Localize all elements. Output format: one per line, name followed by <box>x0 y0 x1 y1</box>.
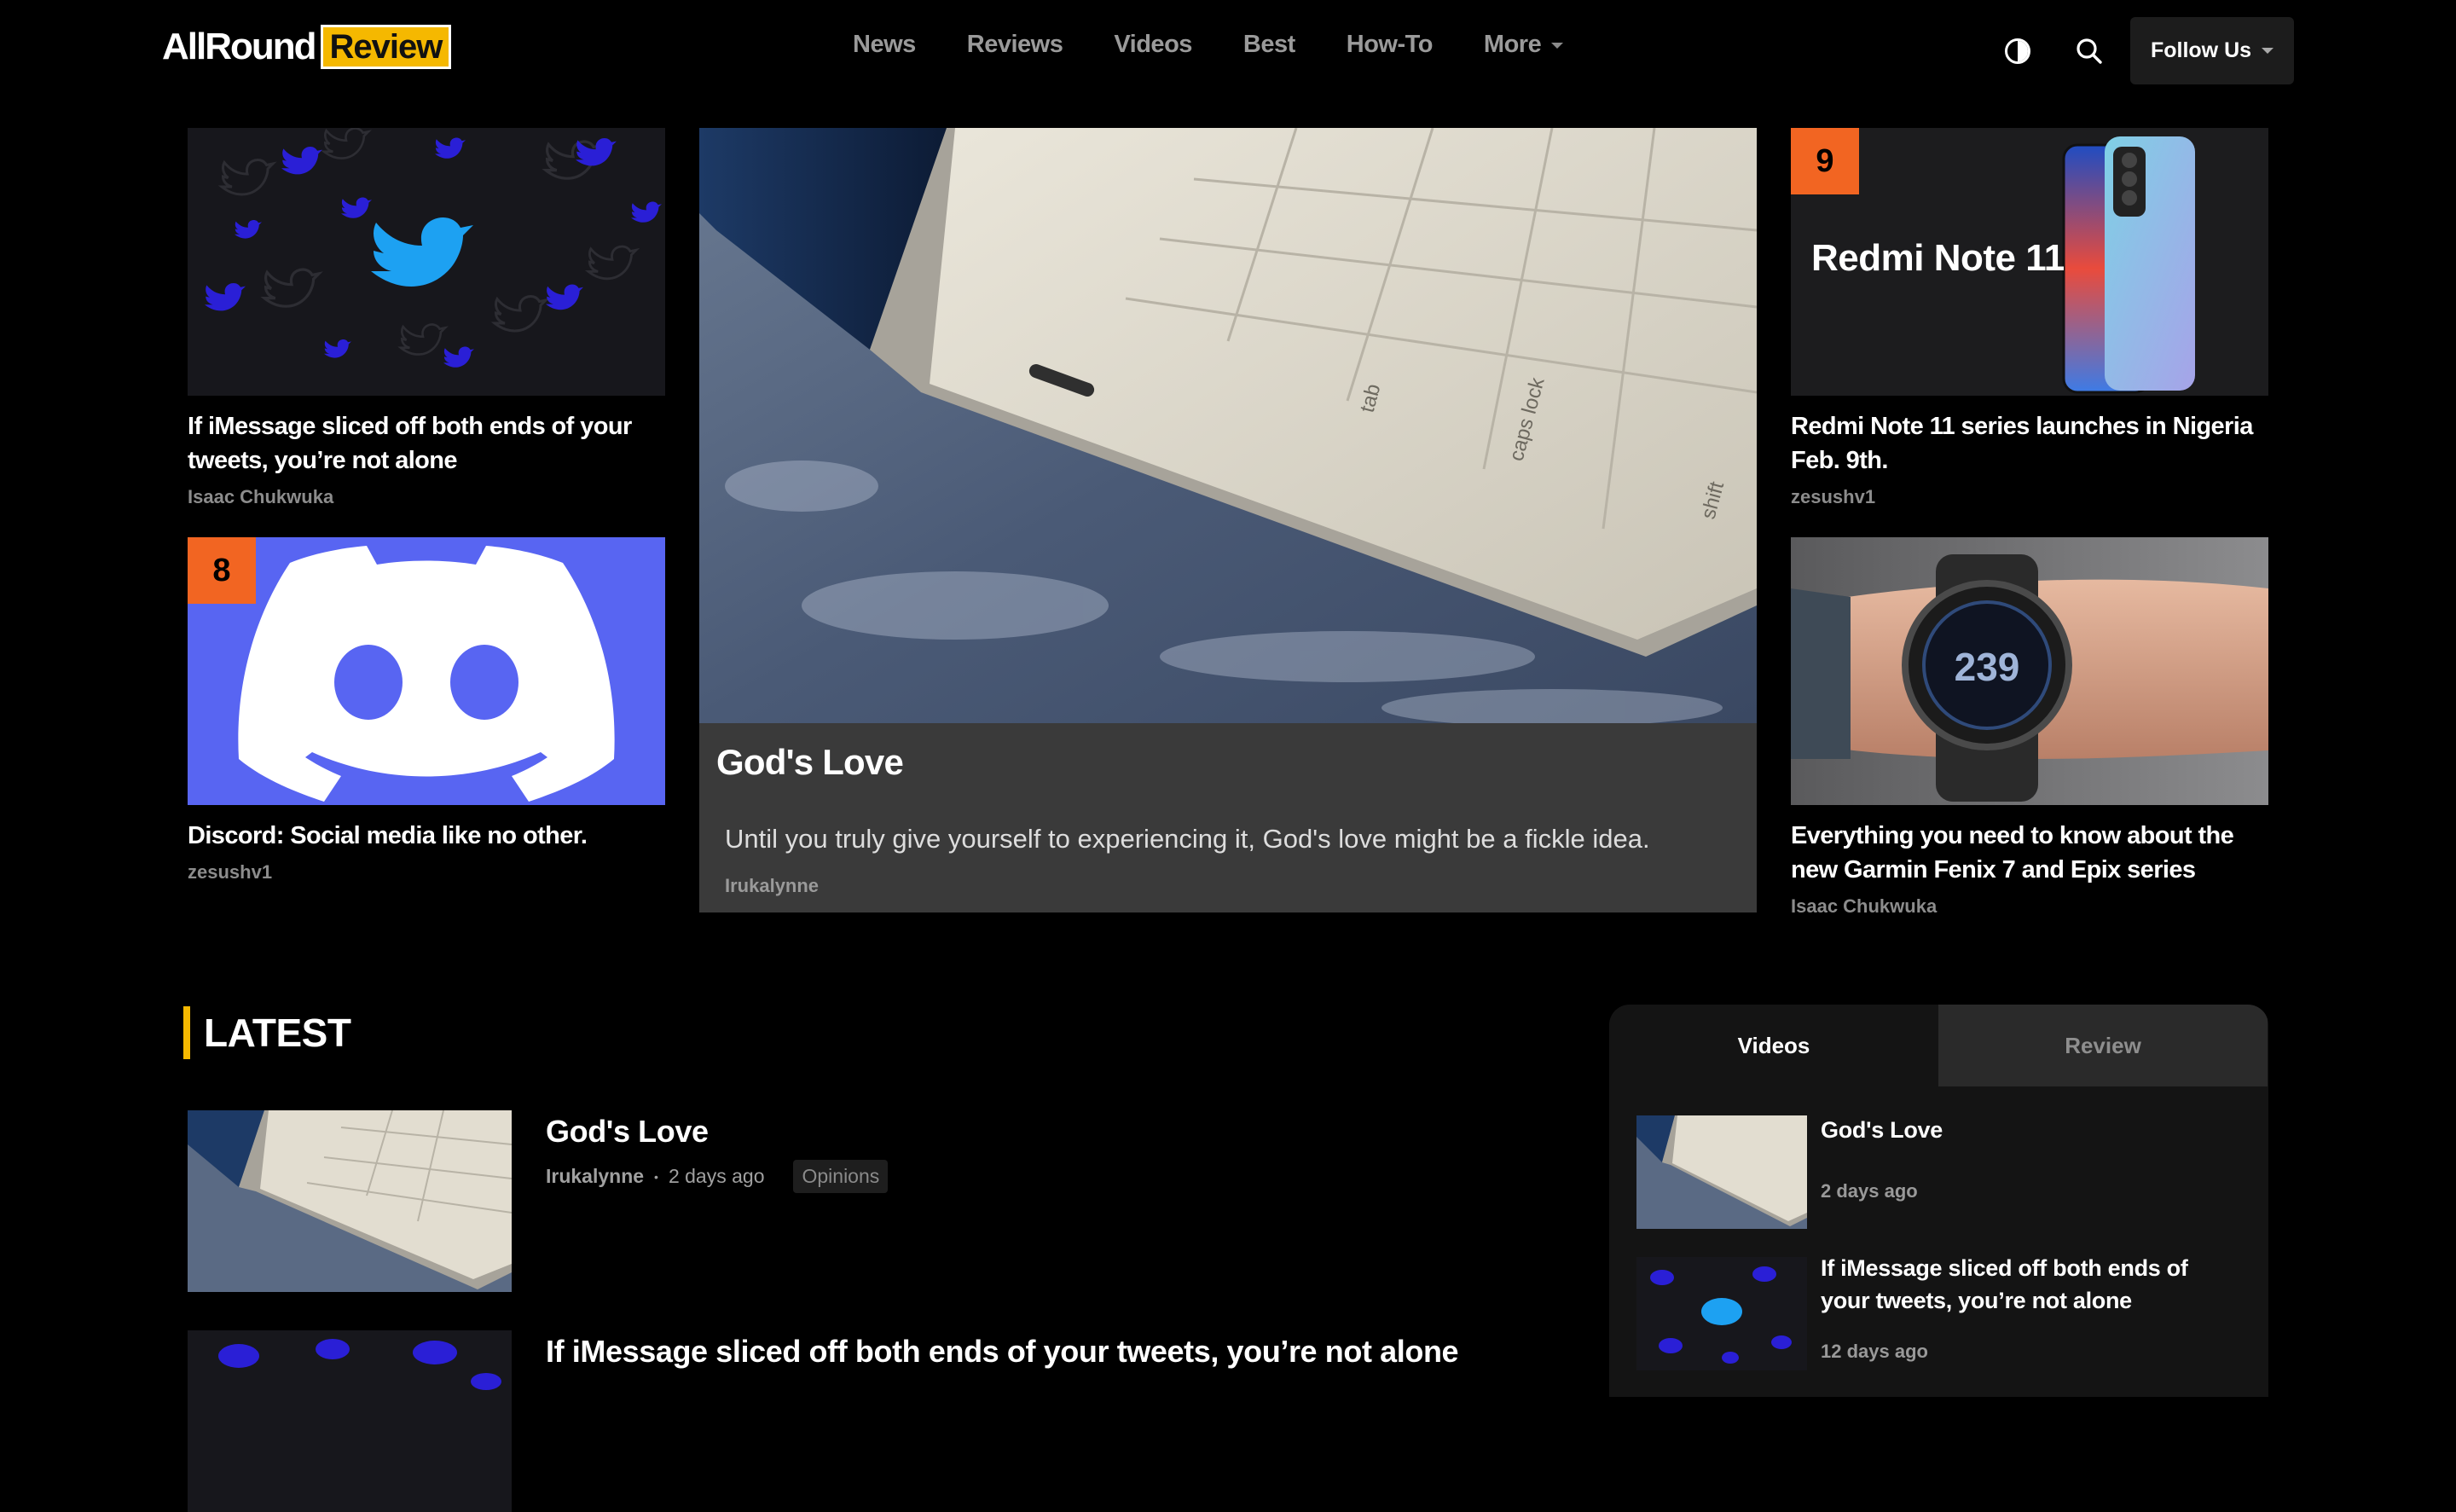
card-author[interactable]: zesushv1 <box>1791 486 1875 508</box>
discord-logo-icon <box>238 546 615 802</box>
card-title[interactable]: If iMessage sliced off both ends of your… <box>188 409 648 478</box>
chevron-down-icon <box>2262 48 2274 54</box>
nav-more[interactable]: More <box>1483 31 1564 59</box>
nav-news[interactable]: News <box>853 31 916 59</box>
card-author[interactable]: zesushv1 <box>188 861 272 883</box>
sidebar-item-title[interactable]: God's Love <box>1821 1114 2221 1146</box>
discord-thumbnail: 8 <box>188 537 665 805</box>
feature-title[interactable]: God's Love <box>716 742 904 783</box>
nav-more-label: More <box>1483 31 1542 58</box>
site-logo[interactable]: AllRound Review <box>162 24 452 70</box>
latest-thumb-imessage[interactable] <box>188 1330 512 1512</box>
watch-image: 239 <box>1791 537 2268 805</box>
separator-dot: • <box>654 1169 658 1184</box>
follow-us-button[interactable]: Follow Us <box>2130 17 2294 84</box>
site-header: AllRound Review News Reviews Videos Best… <box>0 0 2456 102</box>
hero-card-garmin[interactable]: 239 Everything you need to know about th… <box>1791 537 2268 930</box>
latest-time: 2 days ago <box>668 1165 765 1187</box>
tab-videos[interactable]: Videos <box>1609 1005 1938 1086</box>
laptop-feature-image: tab caps lock shift <box>699 128 1757 723</box>
latest-thumb-gods-love[interactable] <box>188 1110 512 1292</box>
rank-badge: 8 <box>188 537 256 604</box>
latest-title[interactable]: God's Love <box>546 1114 709 1150</box>
theme-toggle-icon[interactable] <box>2005 38 2030 64</box>
card-author[interactable]: Isaac Chukwuka <box>1791 895 1937 918</box>
nav-best[interactable]: Best <box>1243 31 1295 59</box>
twitter-thumbnail <box>188 128 665 396</box>
follow-us-label: Follow Us <box>2150 38 2252 62</box>
hero-card-redmi[interactable]: Redmi Note 11 9 Redmi Note 11 series lau… <box>1791 128 2268 520</box>
latest-title[interactable]: If iMessage sliced off both ends of your… <box>546 1334 1459 1370</box>
hero-card-discord[interactable]: 8 Discord: Social media like no other. z… <box>188 537 665 895</box>
card-title[interactable]: Discord: Social media like no other. <box>188 819 648 853</box>
redmi-image-text: Redmi Note 11 <box>1811 237 2065 279</box>
feature-author[interactable]: Irukalynne <box>725 875 819 897</box>
hero-card-imessage[interactable]: If iMessage sliced off both ends of your… <box>188 128 665 520</box>
sidebar-tabs-panel: Videos Review God's Love 2 days ago If i… <box>1609 1005 2268 1397</box>
latest-meta: Irukalynne • 2 days ago Opinions <box>546 1160 889 1193</box>
latest-author[interactable]: Irukalynne <box>546 1165 644 1188</box>
watch-time: 239 <box>1955 645 2020 689</box>
card-author[interactable]: Isaac Chukwuka <box>188 486 333 508</box>
tab-review[interactable]: Review <box>1938 1005 2268 1086</box>
latest-heading: LATEST <box>183 1006 351 1059</box>
logo-text-review: Review <box>320 25 452 69</box>
sidebar-thumb-imessage[interactable] <box>1636 1257 1807 1370</box>
chevron-down-icon <box>1551 42 1564 49</box>
sidebar-item-time: 12 days ago <box>1821 1341 1928 1362</box>
search-icon[interactable] <box>2074 36 2105 67</box>
logo-text-allround: AllRound <box>162 26 317 67</box>
sidebar-item-title[interactable]: If iMessage sliced off both ends of your… <box>1821 1252 2221 1317</box>
rank-badge: 9 <box>1791 128 1859 194</box>
sidebar-item-time: 2 days ago <box>1821 1180 1918 1202</box>
sidebar-thumb-gods-love[interactable] <box>1636 1115 1807 1229</box>
redmi-thumbnail: Redmi Note 11 9 <box>1791 128 2268 396</box>
category-badge[interactable]: Opinions <box>793 1160 889 1193</box>
garmin-thumbnail: 239 <box>1791 537 2268 805</box>
main-nav: News Reviews Videos Best How-To More <box>853 31 1614 59</box>
feature-excerpt: Until you truly give yourself to experie… <box>725 824 1650 854</box>
twitter-pattern-image <box>188 128 665 396</box>
nav-reviews[interactable]: Reviews <box>967 31 1063 59</box>
nav-how-to[interactable]: How-To <box>1347 31 1434 59</box>
feature-caption: God's Love Until you truly give yourself… <box>699 723 1757 912</box>
card-title[interactable]: Redmi Note 11 series launches in Nigeria… <box>1791 409 2268 478</box>
nav-videos[interactable]: Videos <box>1114 31 1192 59</box>
card-title[interactable]: Everything you need to know about the ne… <box>1791 819 2268 887</box>
